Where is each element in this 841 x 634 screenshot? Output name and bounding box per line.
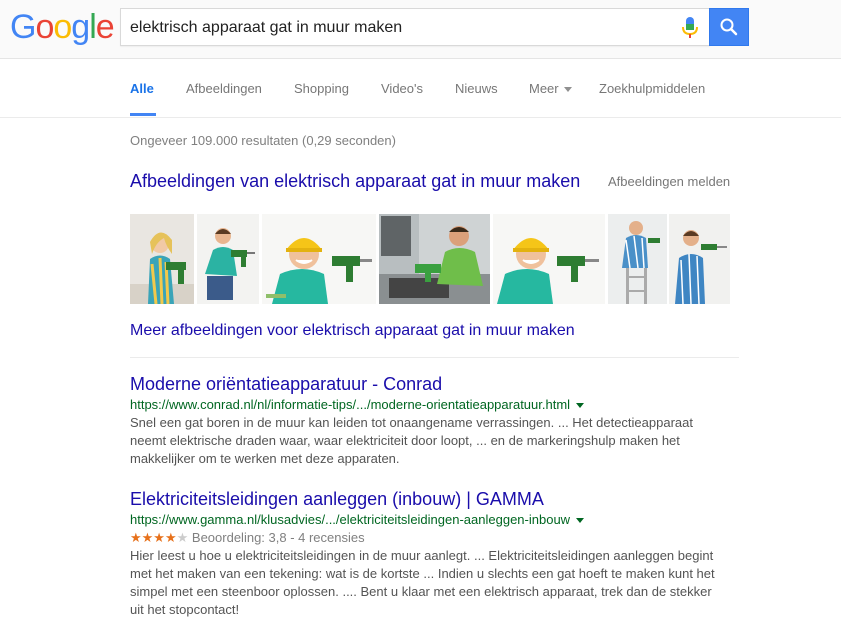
star-rating-icon: ★★★★★ [130, 530, 189, 545]
image-thumbnail[interactable] [608, 214, 667, 304]
google-logo[interactable]: Google [10, 10, 115, 44]
result-stats: Ongeveer 109.000 resultaten (0,29 second… [130, 133, 396, 148]
snippet-line: makkelijker om te werken met deze appara… [130, 451, 400, 466]
active-tab-indicator [130, 113, 156, 116]
image-thumbnail[interactable] [493, 214, 605, 304]
image-thumbnail[interactable] [197, 214, 259, 304]
result-title-link[interactable]: Elektriciteitsleidingen aanleggen (inbou… [130, 488, 750, 510]
result-rating: ★★★★★ Beoordeling: 3,8 - 4 recensies [130, 529, 750, 547]
snippet-line: uit het stopcontact! [130, 602, 240, 617]
snippet-line: Hier leest u hoe u elektriciteitsleiding… [130, 548, 714, 563]
chevron-down-icon[interactable] [576, 403, 585, 409]
search-result: Moderne oriëntatieapparatuur - Conrad ht… [130, 373, 750, 468]
image-thumbnail[interactable] [262, 214, 376, 304]
image-thumbnail[interactable] [669, 214, 730, 304]
chevron-down-icon[interactable] [576, 518, 585, 524]
tab-meer-label: Meer [529, 81, 559, 96]
image-pack-heading[interactable]: Afbeeldingen van elektrisch apparaat gat… [130, 171, 580, 192]
tab-zoekhulpmiddelen[interactable]: Zoekhulpmiddelen [599, 81, 705, 96]
result-url: https://www.gamma.nl/klusadvies/.../elek… [130, 511, 750, 529]
tab-alle[interactable]: Alle [130, 81, 154, 96]
rating-text: Beoordeling: 3,8 - 4 recensies [191, 530, 365, 545]
image-thumbnail[interactable] [379, 214, 490, 304]
result-url-text: https://www.conrad.nl/nl/informatie-tips… [130, 397, 571, 412]
snippet-line: simpel met een steenboor oplossen. .... … [130, 584, 712, 599]
result-snippet: Snel een gat boren in de muur kan leiden… [130, 414, 750, 468]
snippet-line: neemt elektrische draden waar, waar elek… [130, 433, 680, 448]
more-images-link[interactable]: Meer afbeeldingen voor elektrisch appara… [130, 322, 575, 340]
tab-meer[interactable]: Meer [529, 81, 572, 96]
search-box [120, 8, 710, 46]
result-snippet: Hier leest u hoe u elektriciteitsleiding… [130, 547, 750, 619]
result-title-link[interactable]: Moderne oriëntatieapparatuur - Conrad [130, 373, 750, 395]
tab-nieuws[interactable]: Nieuws [455, 81, 498, 96]
result-url: https://www.conrad.nl/nl/informatie-tips… [130, 396, 750, 414]
chevron-down-icon [563, 87, 572, 93]
snippet-line: Snel een gat boren in de muur kan leiden… [130, 415, 693, 430]
search-result: Elektriciteitsleidingen aanleggen (inbou… [130, 488, 750, 619]
tab-afbeeldingen[interactable]: Afbeeldingen [186, 81, 262, 96]
search-header: Google [0, 0, 841, 59]
result-url-text: https://www.gamma.nl/klusadvies/.../elek… [130, 512, 571, 527]
search-input[interactable] [130, 16, 670, 40]
image-thumbnail[interactable] [130, 214, 194, 304]
snippet-line: met het maken van een tekening: wat is d… [130, 566, 715, 581]
search-tabs: Alle Afbeeldingen Shopping Video's Nieuw… [0, 59, 841, 118]
section-divider [130, 357, 739, 358]
microphone-icon[interactable] [681, 17, 699, 39]
tab-shopping[interactable]: Shopping [294, 81, 349, 96]
tab-videos[interactable]: Video's [381, 81, 423, 96]
report-images-link[interactable]: Afbeeldingen melden [608, 174, 730, 189]
search-icon [720, 18, 738, 36]
search-button[interactable] [709, 8, 749, 46]
